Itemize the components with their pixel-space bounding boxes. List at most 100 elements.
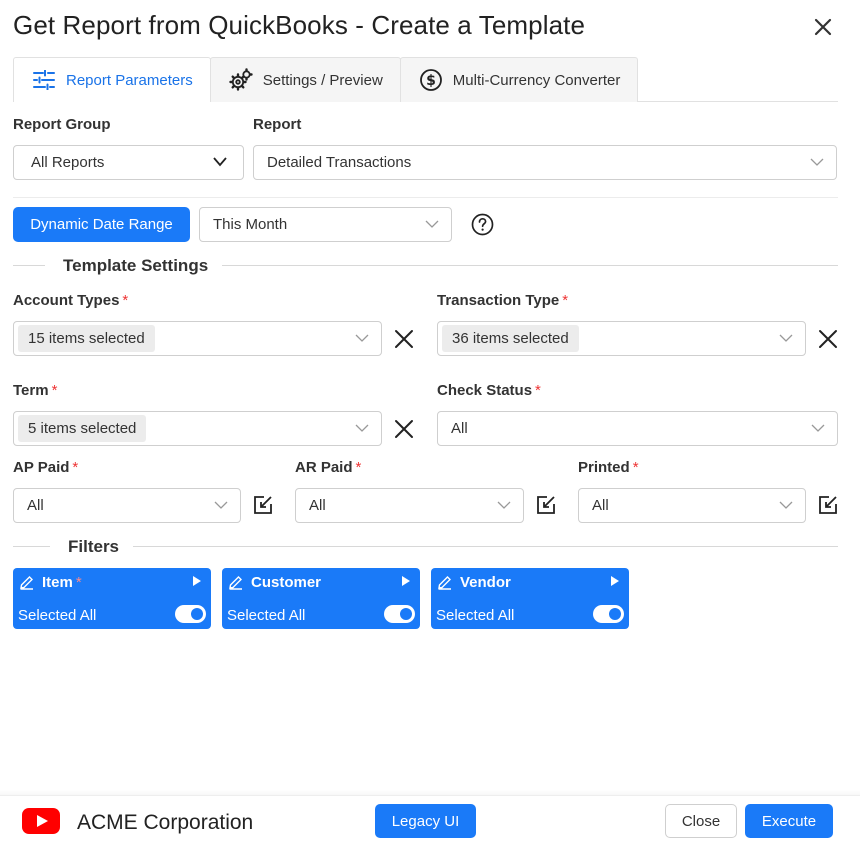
caret-right-icon[interactable] [611, 576, 619, 586]
label-text: AR Paid [295, 459, 353, 476]
template-settings-title: Template Settings [63, 256, 209, 276]
required-marker: * [562, 292, 569, 309]
required-marker: * [75, 574, 82, 591]
filter-card-label: Customer [251, 574, 322, 591]
chevron-down-icon [425, 220, 439, 228]
pencil-icon [438, 576, 451, 590]
caret-right-icon[interactable] [402, 576, 410, 586]
help-icon[interactable] [471, 213, 494, 236]
required-marker: * [355, 459, 362, 476]
divider [222, 265, 838, 266]
tab-label: Settings / Preview [262, 71, 383, 89]
divider [13, 197, 838, 198]
pencil-icon [229, 576, 242, 590]
check-status-value: All [451, 420, 468, 437]
printed-label: Printed * [578, 459, 639, 476]
company-logo-icon [22, 808, 60, 834]
check-status-label: Check Status * [437, 382, 541, 399]
chevron-down-icon [214, 501, 228, 509]
clear-icon[interactable] [393, 418, 415, 440]
transaction-type-label: Transaction Type * [437, 292, 568, 309]
label-text: Printed [578, 459, 630, 476]
filter-card-header: Customer [228, 574, 321, 591]
filter-card-label: Item [42, 574, 73, 591]
selection-chip: 36 items selected [442, 325, 579, 352]
filter-card-item[interactable]: Item * Selected All [13, 568, 211, 629]
pencil-icon [20, 576, 33, 590]
dollar-circle-icon: $ [419, 68, 443, 92]
tab-settings-preview[interactable]: Settings / Preview [209, 57, 401, 102]
edit-icon[interactable] [817, 494, 839, 516]
chevron-down-icon [355, 424, 369, 432]
chevron-down-icon [779, 334, 793, 342]
chevron-down-icon [355, 334, 369, 342]
tab-label: Report Parameters [66, 71, 193, 89]
ap-paid-select[interactable]: All [13, 488, 241, 523]
gears-icon [229, 68, 253, 92]
tab-multi-currency-converter[interactable]: $ Multi-Currency Converter [399, 57, 639, 102]
edit-icon[interactable] [252, 494, 274, 516]
required-marker: * [72, 459, 79, 476]
term-select[interactable]: 5 items selected [13, 411, 382, 446]
report-group-label: Report Group [13, 116, 111, 133]
label-text: AP Paid [13, 459, 70, 476]
filter-card-header: Item * [19, 574, 82, 591]
printed-value: All [592, 497, 609, 514]
term-label: Term * [13, 382, 57, 399]
dynamic-date-range-button[interactable]: Dynamic Date Range [13, 207, 190, 242]
divider [13, 265, 45, 266]
company-name: ACME Corporation [77, 811, 254, 834]
label-text: Term [13, 382, 49, 399]
divider [133, 546, 838, 547]
toggle-switch[interactable] [384, 605, 415, 623]
chevron-down-icon [811, 424, 825, 432]
toggle-switch[interactable] [175, 605, 206, 623]
chevron-down-icon [810, 158, 824, 166]
execute-button[interactable]: Execute [745, 804, 833, 838]
required-marker: * [51, 382, 58, 399]
report-value: Detailed Transactions [267, 154, 412, 171]
clear-icon[interactable] [817, 328, 839, 350]
window-title: Get Report from QuickBooks - Create a Te… [13, 10, 586, 40]
label-text: Account Types [13, 292, 120, 309]
clear-icon[interactable] [393, 328, 415, 350]
edit-icon[interactable] [535, 494, 557, 516]
check-status-select[interactable]: All [437, 411, 838, 446]
report-group-value: All Reports [31, 154, 105, 171]
report-select[interactable]: Detailed Transactions [253, 145, 837, 180]
filter-card-status: Selected All [227, 607, 306, 624]
filter-card-header: Vendor [437, 574, 511, 591]
selection-chip: 15 items selected [18, 325, 155, 352]
close-button[interactable]: Close [665, 804, 737, 838]
ar-paid-select[interactable]: All [295, 488, 524, 523]
toggle-knob [191, 608, 203, 620]
ap-paid-label: AP Paid * [13, 459, 78, 476]
ar-paid-label: AR Paid * [295, 459, 361, 476]
tab-report-parameters[interactable]: Report Parameters [13, 57, 211, 102]
legacy-ui-button[interactable]: Legacy UI [375, 804, 476, 838]
toggle-knob [609, 608, 621, 620]
label-text: Check Status [437, 382, 533, 399]
date-range-select[interactable]: This Month [199, 207, 452, 242]
ap-paid-value: All [27, 497, 44, 514]
tab-bar: Report Parameters Settings / Preview $ M… [13, 57, 639, 102]
close-icon[interactable] [810, 14, 836, 40]
toggle-switch[interactable] [593, 605, 624, 623]
transaction-type-select[interactable]: 36 items selected [437, 321, 806, 356]
svg-text:$: $ [426, 73, 436, 89]
divider [13, 546, 50, 547]
filter-card-label: Vendor [460, 574, 511, 591]
printed-select[interactable]: All [578, 488, 806, 523]
caret-right-icon[interactable] [193, 576, 201, 586]
filters-title: Filters [68, 537, 120, 557]
filter-card-customer[interactable]: Customer Selected All [222, 568, 420, 629]
account-types-select[interactable]: 15 items selected [13, 321, 382, 356]
toggle-knob [400, 608, 412, 620]
selection-chip: 5 items selected [18, 415, 147, 442]
tab-label: Multi-Currency Converter [452, 71, 621, 89]
chevron-down-icon [779, 501, 793, 509]
filter-card-vendor[interactable]: Vendor Selected All [431, 568, 629, 629]
date-range-value: This Month [213, 216, 288, 233]
required-marker: * [632, 459, 639, 476]
report-group-select[interactable]: All Reports [13, 145, 244, 180]
